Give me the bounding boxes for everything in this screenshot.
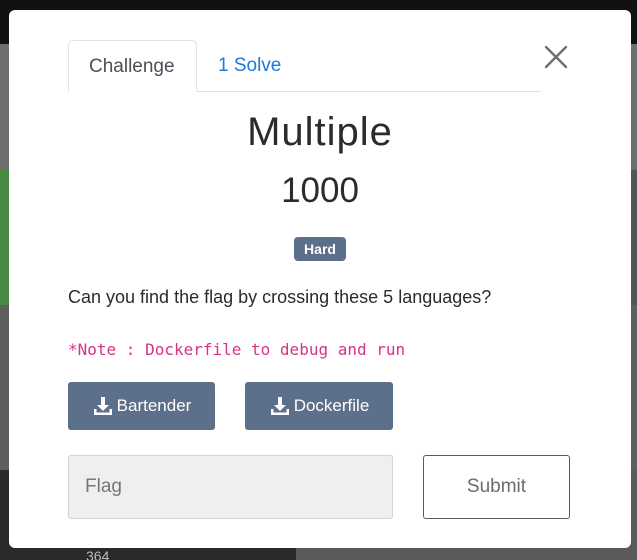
modal-tabs: Challenge 1 Solve: [68, 40, 541, 92]
download-dockerfile-button[interactable]: Dockerfile: [245, 382, 393, 430]
difficulty-badge: Hard: [294, 237, 346, 261]
download-icon: [93, 397, 112, 415]
challenge-note: *Note : Dockerfile to debug and run: [68, 340, 406, 359]
challenge-modal: Challenge 1 Solve Multiple 1000 Hard Can…: [9, 10, 631, 548]
challenge-title: Multiple: [247, 110, 393, 154]
difficulty-badge-wrapper: Hard: [9, 237, 631, 261]
tab-solves[interactable]: 1 Solve: [198, 40, 301, 91]
challenge-points: 1000: [281, 171, 359, 210]
challenge-description: Can you find the flag by crossing these …: [68, 287, 492, 307]
download-icon: [270, 397, 289, 415]
flag-input[interactable]: [68, 455, 393, 519]
download-dockerfile-label: Dockerfile: [293, 396, 370, 415]
tab-challenge[interactable]: Challenge: [68, 40, 197, 92]
background-card-text: 364: [86, 548, 110, 560]
download-bartender-button[interactable]: Bartender: [68, 382, 215, 430]
close-icon[interactable]: [539, 40, 573, 74]
submit-button[interactable]: Submit: [423, 455, 570, 519]
download-bartender-label: Bartender: [116, 396, 192, 415]
